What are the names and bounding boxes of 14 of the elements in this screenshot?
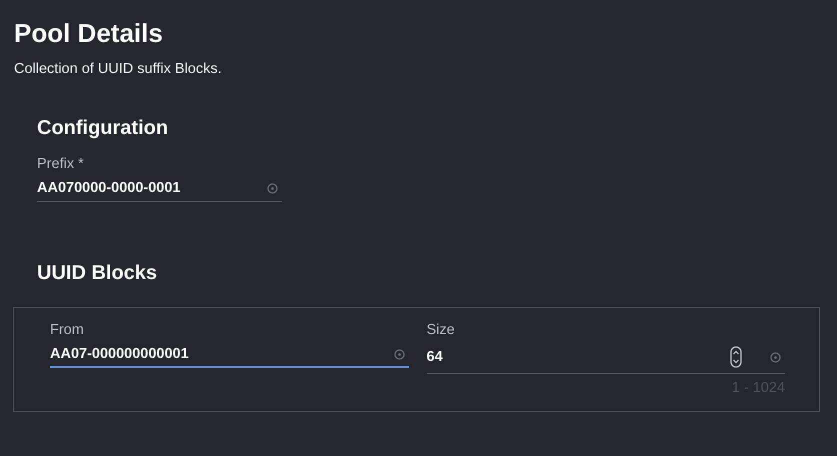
field-label: From bbox=[50, 322, 85, 338]
field-label: Size bbox=[426, 322, 456, 338]
page-description: Collection of UUID suffix Blocks. bbox=[14, 61, 223, 77]
field-label: Prefix * bbox=[37, 156, 85, 172]
info-icon[interactable] bbox=[267, 182, 278, 194]
page-title: Pool Details bbox=[14, 18, 164, 49]
section-heading: Configuration bbox=[37, 117, 170, 140]
input-field[interactable]: AA070000-0000-0001 bbox=[37, 180, 282, 202]
section-heading: UUID Blocks bbox=[37, 262, 158, 285]
input-field[interactable]: AA07-000000000001 bbox=[50, 346, 408, 368]
stepper-icon[interactable] bbox=[730, 346, 742, 368]
input-field[interactable]: 64 bbox=[426, 346, 785, 374]
info-icon[interactable] bbox=[770, 352, 781, 362]
info-icon[interactable] bbox=[394, 348, 404, 360]
